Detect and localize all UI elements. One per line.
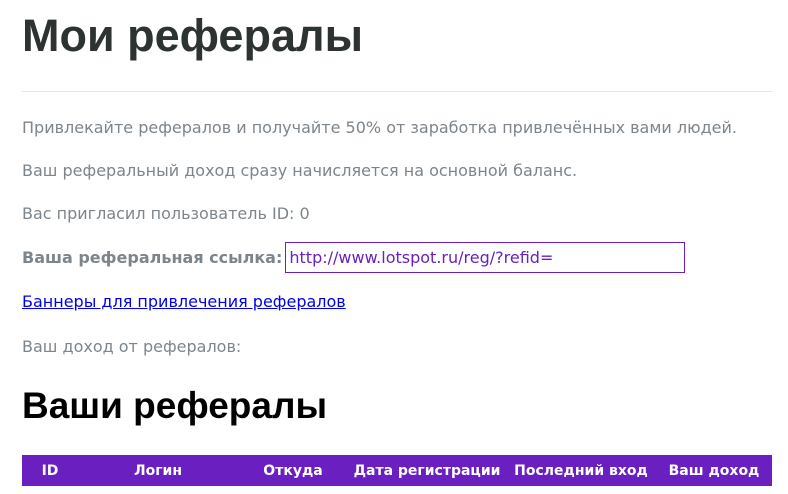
referral-link-input[interactable] bbox=[285, 241, 686, 273]
column-header-source[interactable]: Откуда bbox=[238, 463, 348, 479]
column-header-registration-date[interactable]: Дата регистрации bbox=[348, 463, 506, 479]
column-header-your-income[interactable]: Ваш доход bbox=[656, 463, 772, 479]
referral-income-label: Ваш доход от рефералов: bbox=[22, 337, 242, 356]
column-header-id[interactable]: ID bbox=[22, 463, 78, 479]
referral-link-label: Ваша реферальная ссылка: bbox=[22, 247, 283, 267]
referrals-table-header: ID Логин Откуда Дата регистрации Последн… bbox=[22, 455, 772, 486]
banners-link[interactable]: Баннеры для привлечения рефералов bbox=[22, 292, 346, 312]
title-divider bbox=[22, 91, 772, 92]
balance-note: Ваш реферальный доход сразу начисляется … bbox=[22, 161, 578, 180]
invited-by-text: Вас пригласил пользователь ID: 0 bbox=[22, 204, 310, 223]
page-title: Мои рефералы bbox=[22, 10, 363, 61]
column-header-last-login[interactable]: Последний вход bbox=[506, 463, 656, 479]
referrals-section-title: Ваши рефералы bbox=[22, 385, 328, 426]
referral-link-row: Ваша реферальная ссылка: bbox=[22, 241, 686, 273]
intro-text: Привлекайте рефералов и получайте 50% от… bbox=[22, 118, 737, 137]
referrals-page: Мои рефералы Привлекайте рефералов и пол… bbox=[0, 0, 788, 494]
column-header-login[interactable]: Логин bbox=[78, 463, 238, 479]
